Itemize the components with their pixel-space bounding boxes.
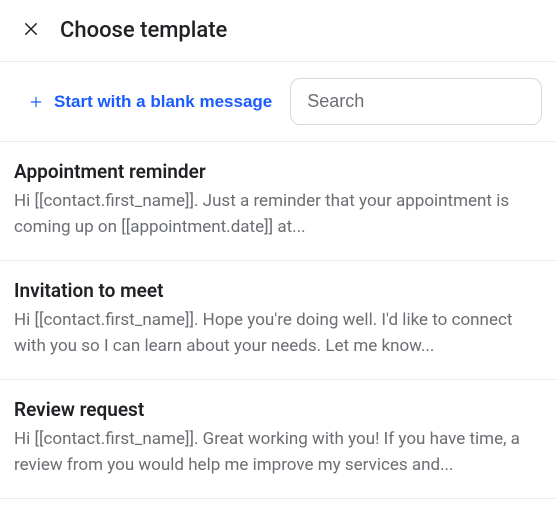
toolbar: Start with a blank message	[0, 62, 556, 141]
template-item[interactable]: Appointment reminder Hi [[contact.first_…	[0, 141, 556, 261]
template-preview: Hi [[contact.first_name]]. Just a remind…	[14, 189, 542, 240]
start-blank-button[interactable]: Start with a blank message	[28, 84, 272, 120]
template-title: Appointment reminder	[14, 160, 542, 183]
modal-title: Choose template	[60, 18, 227, 43]
close-button[interactable]	[20, 20, 42, 42]
search-input[interactable]	[290, 78, 542, 125]
close-icon	[22, 20, 40, 41]
template-title: Review request	[14, 398, 542, 421]
template-item[interactable]: Review request Hi [[contact.first_name]]…	[0, 380, 556, 499]
search-wrap	[290, 78, 542, 125]
start-blank-label: Start with a blank message	[54, 92, 272, 112]
template-preview: Hi [[contact.first_name]]. Hope you're d…	[14, 308, 542, 359]
template-preview: Hi [[contact.first_name]]. Great working…	[14, 427, 542, 478]
modal-header: Choose template	[0, 0, 556, 62]
plus-icon	[28, 94, 44, 110]
template-item[interactable]: Invitation to meet Hi [[contact.first_na…	[0, 261, 556, 380]
template-title: Invitation to meet	[14, 279, 542, 302]
template-list: Appointment reminder Hi [[contact.first_…	[0, 141, 556, 499]
